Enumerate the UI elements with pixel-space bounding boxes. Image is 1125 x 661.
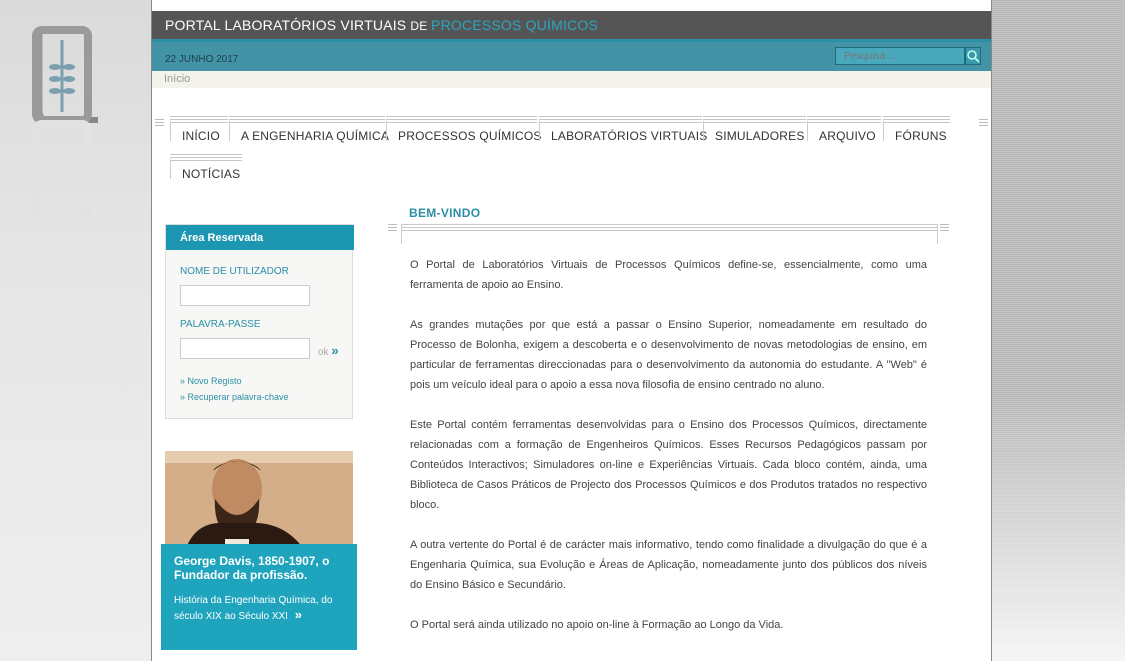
page-container: PORTAL LABORATÓRIOS VIRTUAIS DE PROCESSO… — [151, 0, 992, 661]
portrait-drawing — [165, 451, 353, 551]
search-button[interactable] — [965, 47, 981, 65]
site-title[interactable]: PORTAL LABORATÓRIOS VIRTUAIS DE PROCESSO… — [165, 17, 598, 33]
login-box: Área Reservada NOME DE UTILIZADOR PALAVR… — [165, 224, 354, 419]
menu-item-label: A ENGENHARIA QUÍMICA — [241, 129, 390, 143]
title-edge-decoration — [388, 224, 397, 231]
menu-item-simuladores[interactable]: SIMULADORES — [703, 116, 806, 143]
recover-password-link[interactable]: » Recuperar palavra-chave — [180, 392, 289, 402]
menu-item-processos-quimicos[interactable]: PROCESSOS QUÍMICOS — [386, 116, 541, 143]
menu-item-laboratorios-virtuais[interactable]: LABORATÓRIOS VIRTUAIS — [539, 116, 707, 143]
bologna-paragraph: As grandes mutações por que está a passa… — [410, 319, 927, 391]
menu-item-arquivo[interactable]: ARQUIVO — [807, 116, 881, 143]
left-decoration — [0, 0, 151, 661]
site-title-part: PORTAL LABORATÓRIOS VIRTUAIS — [165, 17, 411, 33]
lifelong-learning-paragraph: O Portal será ainda utilizado no apoio o… — [410, 619, 784, 631]
portal-logo-icon — [32, 26, 98, 218]
menu-edge-decoration — [979, 119, 988, 126]
intro-paragraph: O Portal de Laboratórios Virtuais de Pro… — [410, 259, 927, 291]
menu-item-label: PROCESSOS QUÍMICOS — [398, 129, 542, 143]
menu-item-noticias[interactable]: NOTÍCIAS — [170, 154, 242, 181]
promo-arrow: » — [294, 607, 302, 622]
information-paragraph: A outra vertente do Portal é de carácter… — [410, 539, 927, 591]
promo-subtitle: História da Engenharia Química, do sécul… — [174, 594, 344, 624]
title-divider — [401, 224, 402, 244]
menu-item-inicio[interactable]: INÍCIO — [170, 116, 228, 143]
search-icon — [967, 50, 980, 63]
promo-card[interactable]: George Davis, 1850-1907, o Fundador da p… — [161, 544, 357, 650]
right-decoration — [992, 0, 1125, 661]
breadcrumb-home[interactable]: Início — [164, 73, 190, 85]
site-title-highlight: PROCESSOS QUÍMICOS — [431, 17, 598, 33]
menu-item-label: ARQUIVO — [819, 129, 876, 143]
current-date: 22 JUNHO 2017 — [165, 54, 239, 65]
search-input[interactable] — [835, 47, 965, 65]
menu-item-label: LABORATÓRIOS VIRTUAIS — [551, 129, 708, 143]
password-label: PALAVRA-PASSE — [180, 319, 261, 330]
breadcrumb: Início — [152, 71, 991, 88]
menu-item-engenharia-quimica[interactable]: A ENGENHARIA QUÍMICA — [229, 116, 389, 143]
menu-edge-decoration — [155, 119, 164, 126]
portrait-image — [165, 451, 353, 551]
title-underline — [401, 224, 937, 231]
menu-item-label: NOTÍCIAS — [182, 167, 241, 181]
login-submit-arrow: » — [331, 343, 339, 358]
register-link[interactable]: » Novo Registo — [180, 376, 242, 386]
promo-title: George Davis, 1850-1907, o Fundador da p… — [174, 554, 330, 582]
title-divider — [937, 224, 938, 244]
info-bar: 22 JUNHO 2017 — [152, 39, 991, 71]
tools-paragraph: Este Portal contém ferramentas desenvolv… — [410, 419, 927, 511]
page-title: BEM-VINDO — [409, 206, 481, 220]
username-field[interactable] — [180, 285, 310, 306]
password-field[interactable] — [180, 338, 310, 359]
promo-subtitle-text: História da Engenharia Química, do sécul… — [174, 595, 333, 622]
site-title-part: DE — [410, 19, 432, 33]
menu-item-label: SIMULADORES — [715, 129, 805, 143]
menu-item-label: FÓRUNS — [895, 129, 947, 143]
menu-item-foruns[interactable]: FÓRUNS — [883, 116, 950, 143]
promo-banner[interactable]: George Davis, 1850-1907, o Fundador da p… — [161, 451, 357, 651]
menu-item-label: INÍCIO — [182, 129, 220, 143]
login-submit-label: ok — [318, 347, 329, 358]
username-label: NOME DE UTILIZADOR — [180, 266, 289, 277]
login-heading: Área Reservada — [166, 225, 354, 250]
title-edge-decoration — [940, 224, 949, 231]
login-submit-button[interactable]: ok » — [318, 343, 339, 358]
site-header: PORTAL LABORATÓRIOS VIRTUAIS DE PROCESSO… — [152, 11, 991, 39]
